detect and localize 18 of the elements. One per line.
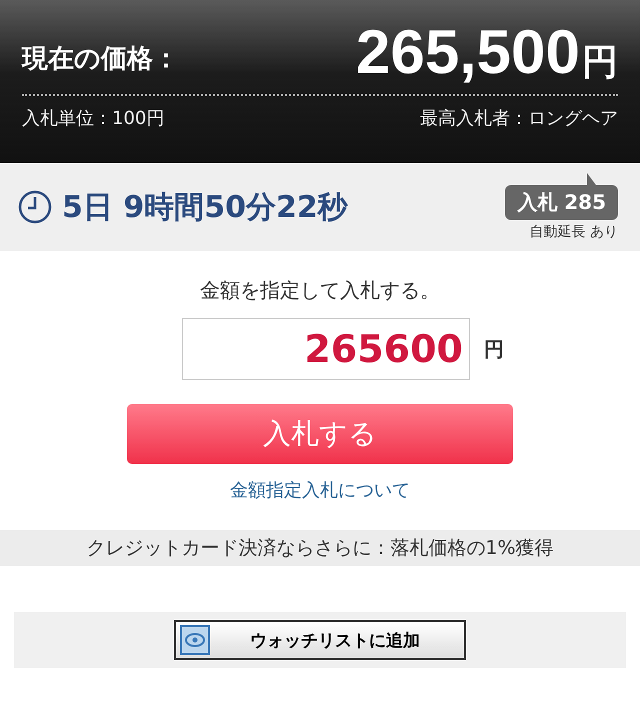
credit-note: クレジットカード決済ならさらに：落札価格の1%獲得 (0, 530, 640, 566)
current-price: 265,500 (356, 22, 580, 84)
currency-unit: 円 (582, 40, 618, 84)
auto-extension: 自動延長 あり (530, 223, 618, 241)
bid-button[interactable]: 入札する (127, 404, 513, 464)
top-bidder: 最高入札者：ロングヘア (420, 107, 618, 130)
bid-increment: 入札単位：100円 (22, 107, 164, 130)
currency-unit: 円 (484, 336, 504, 362)
watchlist-button[interactable]: ウォッチリストに追加 (174, 620, 466, 660)
price-label: 現在の価格： (22, 43, 179, 76)
bid-prompt: 金額を指定して入札する。 (200, 277, 440, 304)
bid-count-badge[interactable]: 入札 285 (505, 185, 618, 220)
time-remaining: 5日 9時間50分22秒 (62, 188, 348, 226)
callout-tail (586, 173, 596, 185)
eye-icon (180, 625, 210, 655)
bid-amount-field[interactable]: 265600 (182, 318, 470, 380)
help-link[interactable]: 金額指定入札について (230, 478, 410, 502)
clock-icon (18, 190, 52, 224)
